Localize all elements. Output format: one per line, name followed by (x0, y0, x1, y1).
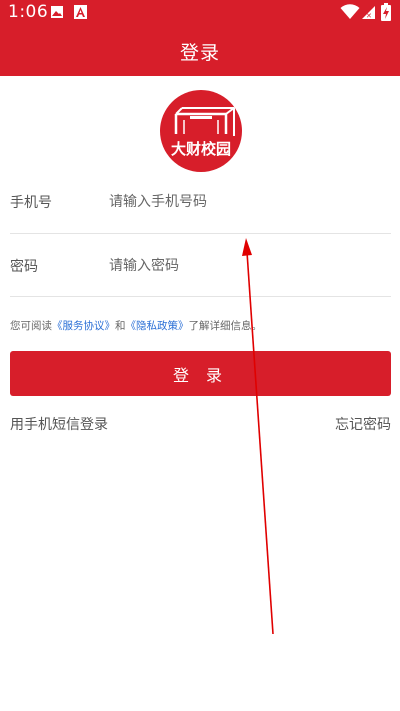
status-bar: 1:06 ✕ (0, 0, 400, 26)
signal-icon: ✕ (362, 6, 375, 20)
app-logo: 大财校园 (160, 90, 242, 172)
password-input[interactable] (109, 252, 379, 280)
page-title: 登录 (179, 41, 220, 64)
sms-login-link[interactable]: 用手机短信登录 (10, 414, 108, 434)
phone-input[interactable] (109, 188, 379, 216)
agreement-and: 和 (115, 320, 126, 332)
password-label: 密码 (10, 259, 38, 275)
phone-row: 手机号 (10, 182, 391, 222)
login-button[interactable]: 登 录 (10, 351, 391, 396)
wifi-icon (340, 4, 360, 19)
password-row: 密码 (10, 246, 391, 286)
font-a-icon (74, 5, 87, 19)
phone-label: 手机号 (10, 195, 52, 211)
agreement-text: 您可阅读《服务协议》和《隐私政策》了解详细信息。 (10, 318, 391, 333)
privacy-policy-link[interactable]: 《隐私政策》 (126, 320, 189, 332)
forgot-password-link[interactable]: 忘记密码 (335, 414, 391, 434)
app-header: 登录 (0, 26, 400, 76)
service-agreement-link[interactable]: 《服务协议》 (52, 320, 115, 332)
agreement-suffix: 了解详细信息。 (188, 320, 263, 332)
svg-text:✕: ✕ (366, 12, 372, 20)
password-divider (10, 296, 391, 297)
status-time: 1:06 (8, 2, 49, 22)
phone-divider (10, 233, 391, 234)
battery-charging-icon (381, 3, 391, 21)
agreement-prefix: 您可阅读 (10, 320, 52, 332)
image-icon (51, 6, 63, 18)
campus-gate-logo (174, 107, 235, 136)
logo-text: 大财校园 (170, 140, 231, 158)
